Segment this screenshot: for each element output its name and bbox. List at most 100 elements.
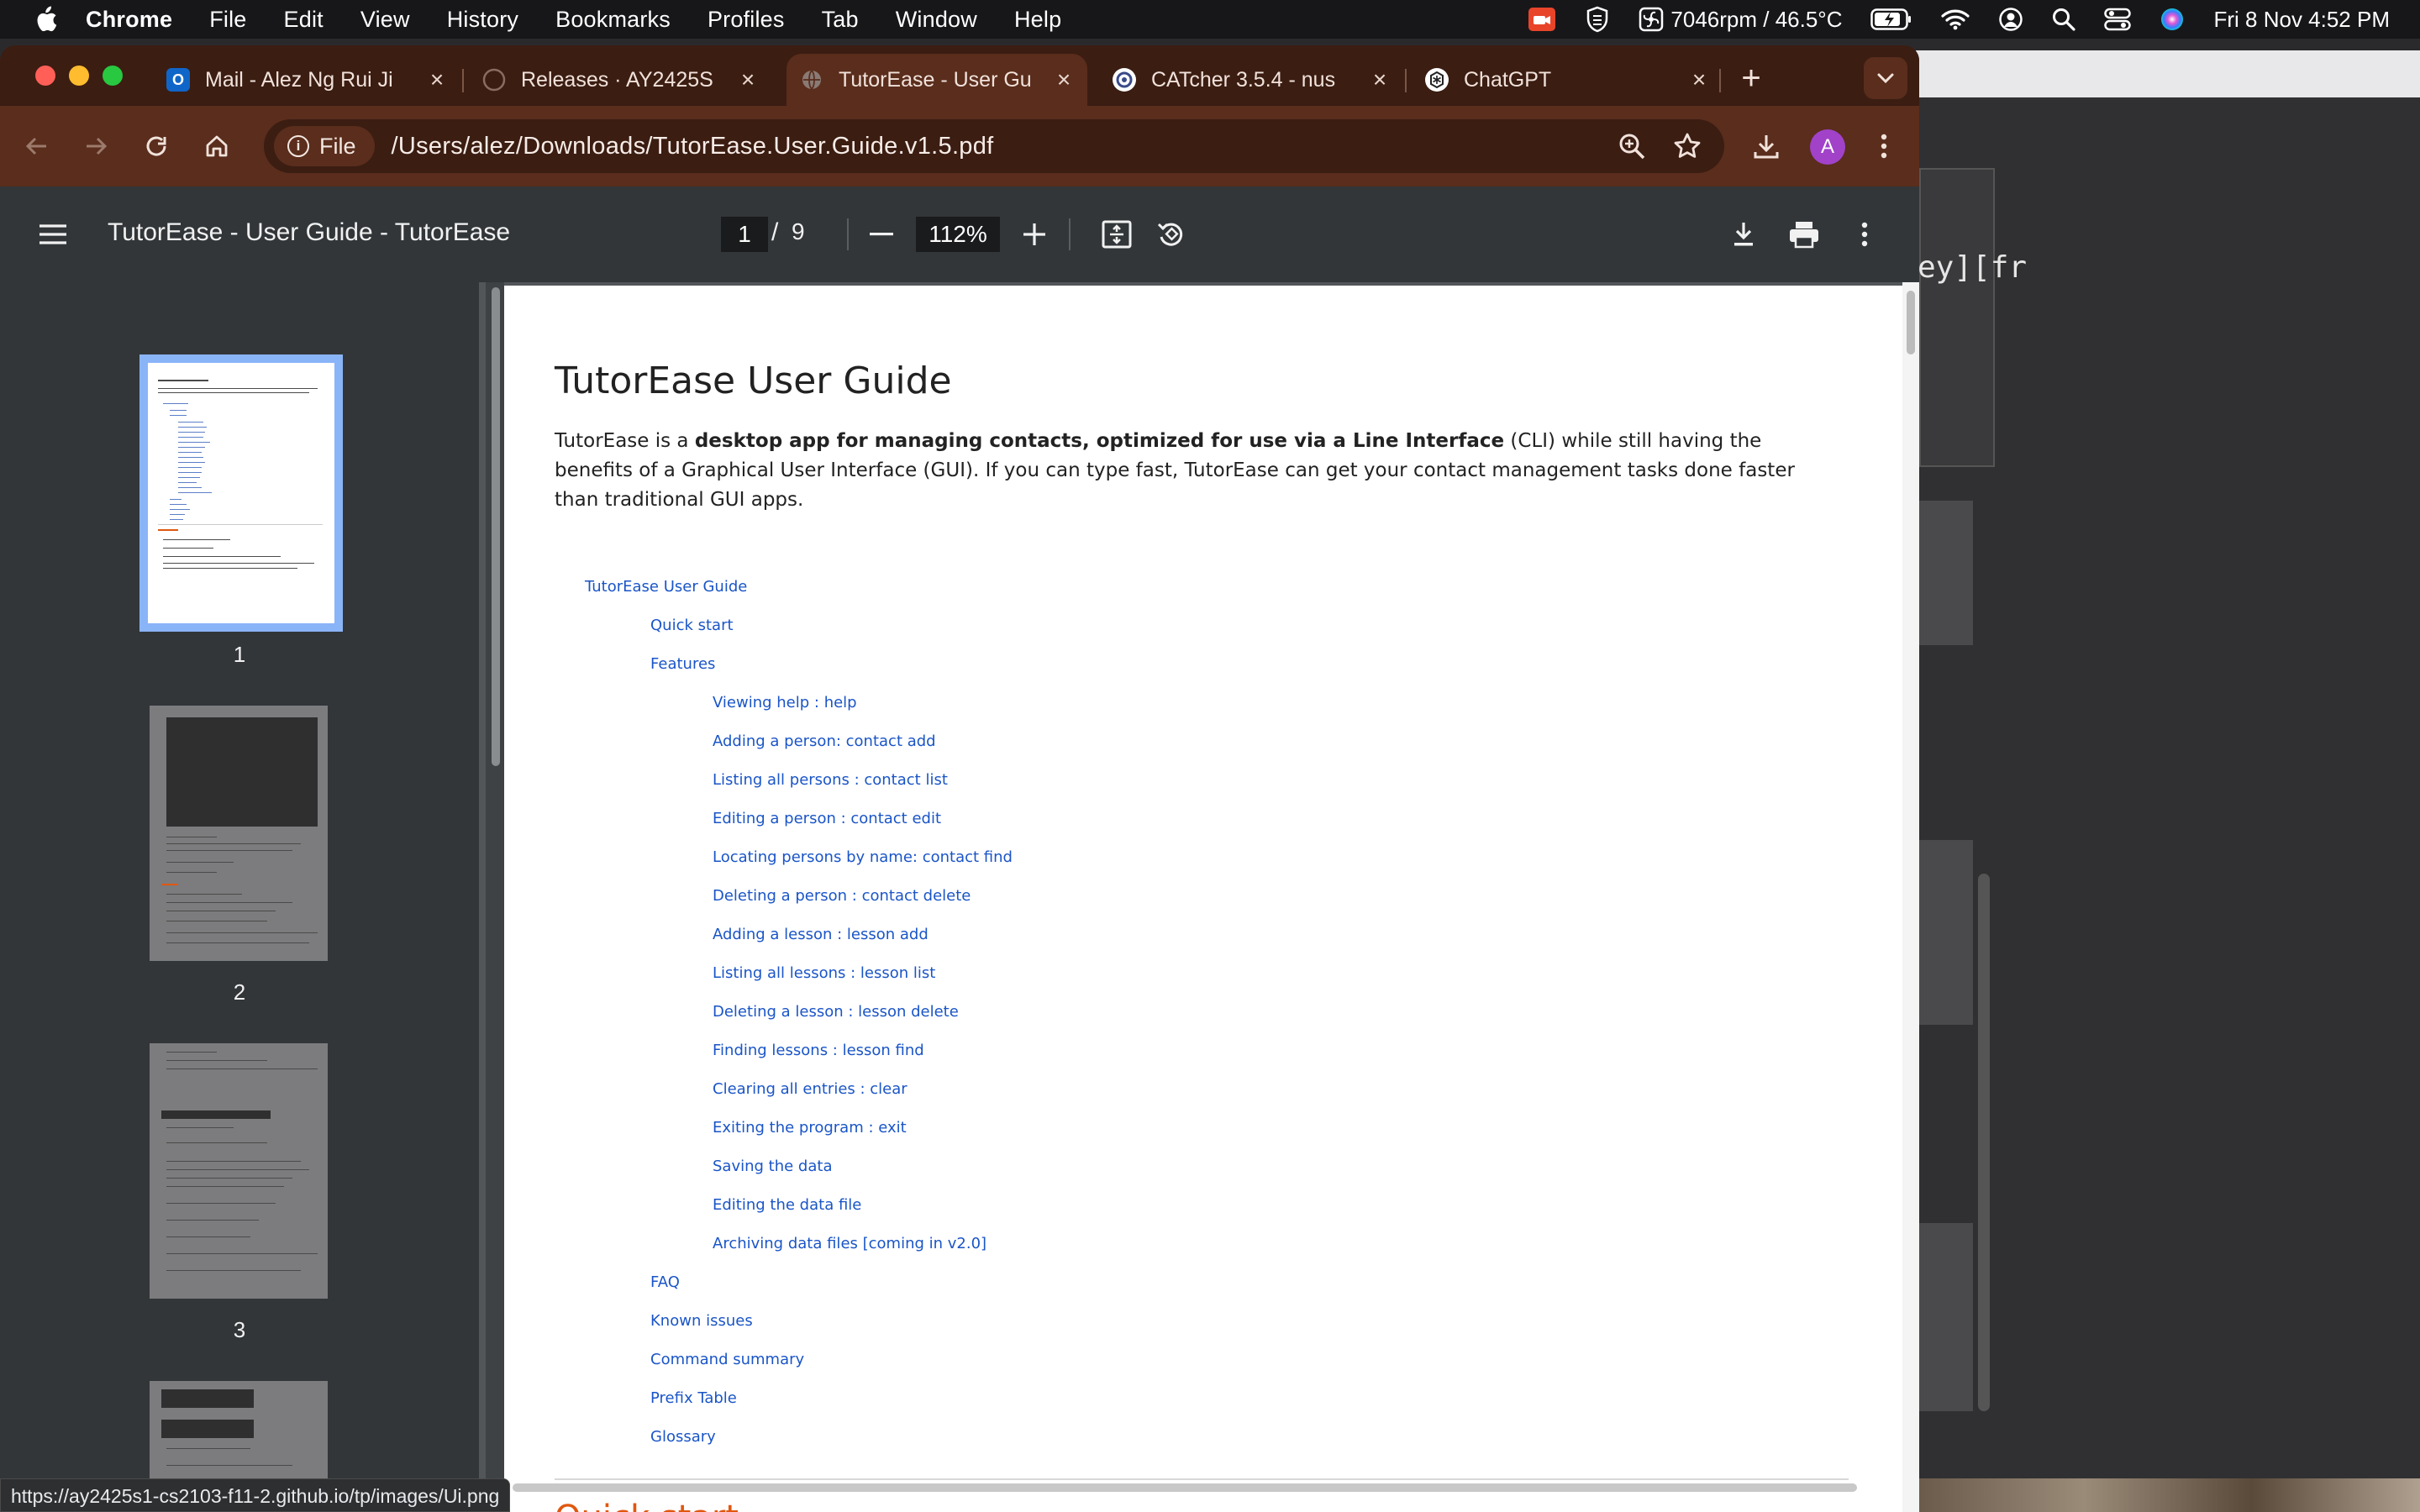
- close-window-button[interactable]: [35, 66, 55, 86]
- downloads-button[interactable]: [1748, 128, 1785, 165]
- toc-link-faq[interactable]: FAQ: [650, 1273, 680, 1291]
- zoom-out-button[interactable]: [862, 215, 901, 254]
- bookmark-star-icon[interactable]: [1670, 129, 1704, 167]
- menu-tab[interactable]: Tab: [822, 7, 859, 33]
- page-thumbnail-1[interactable]: [139, 354, 343, 632]
- address-bar[interactable]: i File /Users/alez/Downloads/TutorEase.U…: [264, 119, 1724, 173]
- toc-link-editing-data-file[interactable]: Editing the data file: [713, 1196, 861, 1214]
- close-tab-icon[interactable]: ×: [736, 66, 760, 92]
- toc-link-features[interactable]: Features: [650, 655, 715, 673]
- menubar-clock[interactable]: Fri 8 Nov 4:52 PM: [2213, 7, 2390, 33]
- battery-icon[interactable]: [1870, 8, 1912, 30]
- thumbnail-line: [166, 1161, 301, 1162]
- toc-link-known-issues[interactable]: Known issues: [650, 1312, 753, 1330]
- sidebar-scrollbar-thumb[interactable]: [492, 287, 500, 766]
- toc-link-glossary[interactable]: Glossary: [650, 1428, 716, 1446]
- page-number-input[interactable]: 1: [721, 217, 768, 252]
- toc-link-clear[interactable]: Clearing all entries : clear: [713, 1080, 908, 1098]
- toc-link-lesson-find[interactable]: Finding lessons : lesson find: [713, 1042, 924, 1059]
- home-button[interactable]: [198, 128, 235, 165]
- fit-to-page-button[interactable]: [1097, 215, 1136, 254]
- toc-link-help[interactable]: Viewing help : help: [713, 694, 857, 711]
- spotlight-search-icon[interactable]: [2052, 8, 2076, 31]
- new-tab-button[interactable]: +: [1736, 61, 1766, 95]
- siri-icon[interactable]: [2160, 7, 2185, 32]
- site-info-chip[interactable]: i File: [274, 126, 375, 166]
- menu-help[interactable]: Help: [1014, 7, 1061, 33]
- menu-profiles[interactable]: Profiles: [708, 7, 785, 33]
- toc-link-user-guide[interactable]: TutorEase User Guide: [585, 578, 747, 596]
- sidebar-scrollbar[interactable]: [486, 282, 504, 1512]
- toc-link-quick-start[interactable]: Quick start: [650, 617, 734, 634]
- toc-link-command-summary[interactable]: Command summary: [650, 1351, 804, 1368]
- zoom-level-input[interactable]: 112%: [916, 217, 1000, 252]
- url-text[interactable]: /Users/alez/Downloads/TutorEase.User.Gui…: [392, 133, 994, 160]
- toc-link-lesson-list[interactable]: Listing all lessons : lesson list: [713, 964, 935, 982]
- toc-link-lesson-add[interactable]: Adding a lesson : lesson add: [713, 926, 929, 943]
- horizontal-scrollbar[interactable]: [479, 1482, 1902, 1494]
- rotate-button[interactable]: [1151, 215, 1190, 254]
- maximize-window-button[interactable]: [103, 66, 123, 86]
- pdf-document-title: TutorEase - User Guide - TutorEase: [108, 218, 511, 246]
- toc-link-lesson-delete[interactable]: Deleting a lesson : lesson delete: [713, 1003, 959, 1021]
- toc-link-exit[interactable]: Exiting the program : exit: [713, 1119, 907, 1137]
- zoom-in-button[interactable]: [1015, 215, 1054, 254]
- toc-link-prefix-table[interactable]: Prefix Table: [650, 1389, 737, 1407]
- wifi-icon[interactable]: [1941, 8, 1970, 30]
- tab-tutorease[interactable]: TutorEase - User Gu ×: [786, 54, 1087, 106]
- screen-recorder-icon[interactable]: [1528, 7, 1556, 32]
- close-tab-icon[interactable]: ×: [1368, 66, 1392, 92]
- close-tab-icon[interactable]: ×: [1687, 66, 1711, 92]
- vertical-scrollbar-thumb[interactable]: [1907, 291, 1915, 354]
- menu-view[interactable]: View: [360, 7, 410, 33]
- thumbnail-line: [166, 1220, 259, 1221]
- menu-file[interactable]: File: [209, 7, 246, 33]
- toc-link-contact-find[interactable]: Locating persons by name: contact find: [713, 848, 1013, 866]
- tab-catcher[interactable]: CATcher 3.5.4 - nus ×: [1113, 54, 1392, 106]
- close-tab-icon[interactable]: ×: [1052, 66, 1076, 92]
- pdf-toolbar: TutorEase - User Guide - TutorEase 1 / 9…: [0, 186, 1919, 282]
- thumbnail-code-block: [161, 1389, 254, 1408]
- zoom-icon[interactable]: [1615, 129, 1649, 167]
- tab-mail[interactable]: O Mail - Alez Ng Rui Ji ×: [166, 54, 449, 106]
- control-center-icon[interactable]: [2104, 8, 2132, 31]
- menu-edit[interactable]: Edit: [284, 7, 324, 33]
- horizontal-scrollbar-thumb[interactable]: [513, 1483, 1857, 1492]
- toc-link-contact-delete[interactable]: Deleting a person : contact delete: [713, 887, 971, 905]
- forward-button[interactable]: [77, 128, 114, 165]
- menu-history[interactable]: History: [447, 7, 518, 33]
- pdf-viewer[interactable]: TutorEase User Guide TutorEase is a desk…: [479, 282, 1919, 1512]
- home-icon: [206, 135, 228, 157]
- page-total: 9: [792, 218, 805, 244]
- pdf-more-button[interactable]: [1845, 215, 1884, 254]
- tab-releases[interactable]: Releases · AY2425S ×: [482, 54, 760, 106]
- browser-menu-button[interactable]: [1865, 128, 1902, 165]
- profile-avatar[interactable]: A: [1810, 129, 1845, 165]
- tab-chatgpt[interactable]: ChatGPT ×: [1425, 54, 1711, 106]
- forward-arrow-icon: [87, 137, 108, 155]
- toc-link-contact-list[interactable]: Listing all persons : contact list: [713, 771, 948, 789]
- back-button[interactable]: [18, 128, 55, 165]
- site-info-label: File: [319, 133, 356, 159]
- menu-window[interactable]: Window: [896, 7, 977, 33]
- page-thumbnail-2[interactable]: [150, 706, 328, 961]
- toc-link-contact-add[interactable]: Adding a person: contact add: [713, 732, 936, 750]
- menu-bookmarks[interactable]: Bookmarks: [555, 7, 671, 33]
- fan-monitor[interactable]: 7046rpm / 46.5°C: [1639, 7, 1842, 33]
- toc-link-contact-edit[interactable]: Editing a person : contact edit: [713, 810, 941, 827]
- print-button[interactable]: [1785, 215, 1823, 254]
- tab-search-button[interactable]: [1864, 57, 1907, 99]
- download-pdf-button[interactable]: [1724, 215, 1763, 254]
- page-thumbnail-3[interactable]: [150, 1043, 328, 1299]
- vertical-scrollbar[interactable]: [1902, 282, 1919, 1512]
- toc-link-saving-data[interactable]: Saving the data: [713, 1158, 832, 1175]
- close-tab-icon[interactable]: ×: [425, 66, 449, 92]
- toc-link-archiving[interactable]: Archiving data files [coming in v2.0]: [713, 1235, 986, 1252]
- user-account-icon[interactable]: [1998, 7, 2023, 32]
- minimize-window-button[interactable]: [69, 66, 89, 86]
- reload-button[interactable]: [138, 128, 175, 165]
- apple-menu-icon[interactable]: [34, 6, 57, 33]
- menu-app-name[interactable]: Chrome: [86, 7, 172, 33]
- vpn-shield-icon[interactable]: [1585, 6, 1610, 33]
- sidebar-toggle-button[interactable]: [34, 215, 72, 254]
